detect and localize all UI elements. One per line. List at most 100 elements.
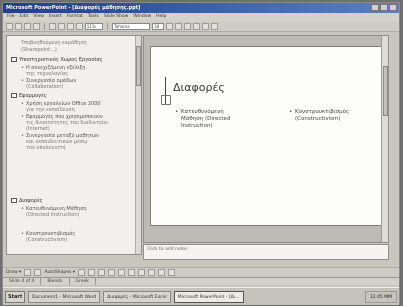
print-button[interactable] [33,22,40,30]
notes-pane[interactable]: Click to add notes [143,244,389,260]
shadow-icon[interactable] [168,268,176,276]
outline-item[interactable]: της τεχνολογίας [26,71,68,77]
italic-button[interactable] [175,22,182,30]
status-template: Blends [41,278,70,285]
slide-bullet-left-line: Κατευθυνόμενη [181,109,224,115]
drawing-toolbar: Draw ▾ AutoShapes ▾ [3,267,399,276]
slide-scroll-thumb[interactable] [383,66,388,116]
undo-button[interactable] [76,22,83,30]
underline-button[interactable] [184,22,191,30]
outline-item[interactable]: (Sharepoint...) [21,47,57,53]
toolbar-divider [107,22,108,30]
slide-bullet-right[interactable]: • Κονστρουκτιβισμός (Constructivism) [289,109,379,123]
oval-icon[interactable] [108,268,116,276]
slide-canvas[interactable]: Διαφορές • Κατευθυνόμενη Μάθηση (Directe… [150,46,382,226]
save-button[interactable] [24,22,31,30]
menu-view[interactable]: View [33,13,44,21]
outline-slide-title[interactable]: Εφαρμογές [11,93,47,99]
text-box-icon[interactable] [118,268,126,276]
title-bar: Microsoft PowerPoint - [Διαφορές μάθησης… [3,3,399,13]
menu-bar: File Edit View Insert Format Tools Slide… [3,13,399,21]
font-color-icon[interactable] [158,268,166,276]
font-select[interactable]: Tahoma [112,22,150,30]
status-slide-number: Slide 4 of 4 [3,278,42,285]
slide-bullet-right-line: (Constructivism) [295,116,341,122]
slide-bullet-left[interactable]: • Κατευθυνόμενη Μάθηση (Directed Instruc… [175,109,267,130]
outline-item[interactable]: του υπολογιστή [26,145,66,151]
bold-button[interactable] [166,22,173,30]
menu-edit[interactable]: Edit [20,13,29,21]
taskbar-item-active[interactable]: Microsoft PowerPoint - [Δι... [173,290,244,303]
slide-pane: Διαφορές • Κατευθυνόμενη Μάθηση (Directe… [143,35,389,243]
outline-scrollbar[interactable] [135,36,141,254]
slide-title[interactable]: Διαφορές [173,81,225,94]
slide-bullet-left-line: Instruction) [181,123,213,129]
powerpoint-window: Microsoft PowerPoint - [Διαφορές μάθησης… [2,2,400,305]
outline-text: Εφαρμογές [19,93,47,99]
slide-decoration-square [161,95,171,105]
outline-text: (Constructivism) [26,237,68,243]
close-button[interactable] [389,4,397,11]
outline-text: (Internet) [26,126,50,132]
taskbar-item[interactable]: Διαφορές - Microsoft Excel [103,290,171,303]
bullet-marker: • [289,109,293,115]
zoom-select[interactable]: 51% [85,22,103,30]
new-button[interactable] [6,22,13,30]
start-button[interactable]: Start [5,290,25,303]
rotate-icon[interactable] [34,268,42,276]
menu-insert[interactable]: Insert [49,13,62,21]
bullet-marker: • [175,109,179,115]
open-button[interactable] [15,22,22,30]
outline-item[interactable]: (Directed Instruction) [26,212,79,218]
system-clock: 12:45 ΜΜ [364,290,397,303]
align-left-button[interactable] [193,22,200,30]
draw-menu[interactable]: Draw ▾ [6,270,21,275]
arrow-icon[interactable] [88,268,96,276]
menu-file[interactable]: File [7,13,15,21]
copy-button[interactable] [58,22,65,30]
outline-item[interactable]: (Internet) [26,126,50,132]
menu-help[interactable]: Help [156,13,166,21]
font-size-select[interactable]: 18 [152,22,164,30]
windows-taskbar: Start Document1 - Microsoft Word Διαφορέ… [3,287,399,305]
bullets-button[interactable] [211,22,218,30]
outline-item[interactable]: Υποβοηθούμενη εκμάθηση [21,40,87,46]
menu-tools[interactable]: Tools [88,13,99,21]
outline-text: Διαφορές [19,198,43,204]
outline-slide-title[interactable]: Υποστηρικτικός Χώρος Εργασίας [11,57,103,63]
menu-slide-show[interactable]: Slide Show [104,13,129,21]
fill-color-icon[interactable] [138,268,146,276]
wordart-icon[interactable] [128,268,136,276]
menu-format[interactable]: Format [67,13,83,21]
autoshapes-menu[interactable]: AutoShapes ▾ [44,270,75,275]
slide-scrollbar[interactable] [381,36,388,242]
outline-scroll-thumb[interactable] [136,46,141,86]
outline-text: (Sharepoint...) [21,47,57,53]
outline-item[interactable]: για την εκπαίδευση [26,107,75,113]
line-icon[interactable] [78,268,86,276]
outline-text: της τεχνολογίας [26,71,69,77]
window-title: Microsoft PowerPoint - [Διαφορές μάθησης… [6,5,141,11]
rectangle-icon[interactable] [98,268,106,276]
cut-button[interactable] [49,22,56,30]
maximize-button[interactable] [380,4,388,11]
toolbar-divider [44,22,45,30]
outline-item[interactable]: (Collaboration) [26,84,63,90]
minimize-button[interactable] [371,4,379,11]
outline-slide-title[interactable]: Διαφορές [11,198,43,204]
paste-button[interactable] [67,22,74,30]
outline-text: (Collaboration) [26,84,64,90]
outline-pane[interactable]: Υποβοηθούμενη εκμάθηση (Sharepoint...) Υπο… [6,35,142,255]
align-center-button[interactable] [202,22,209,30]
outline-text: Υποβοηθούμενη εκμάθηση [21,40,87,46]
menu-window[interactable]: Window [133,13,151,21]
line-color-icon[interactable] [148,268,156,276]
outline-item[interactable]: (Constructivism) [26,237,67,243]
select-objects-icon[interactable] [24,268,32,276]
taskbar-item[interactable]: Document1 - Microsoft Word [28,290,101,303]
status-bar: Slide 4 of 4 Blends Greek [3,277,399,285]
window-controls [371,4,397,11]
outline-text: για την εκπαίδευση [26,107,75,113]
slide-icon [11,198,17,203]
outline-text: (Directed Instruction) [26,212,80,218]
